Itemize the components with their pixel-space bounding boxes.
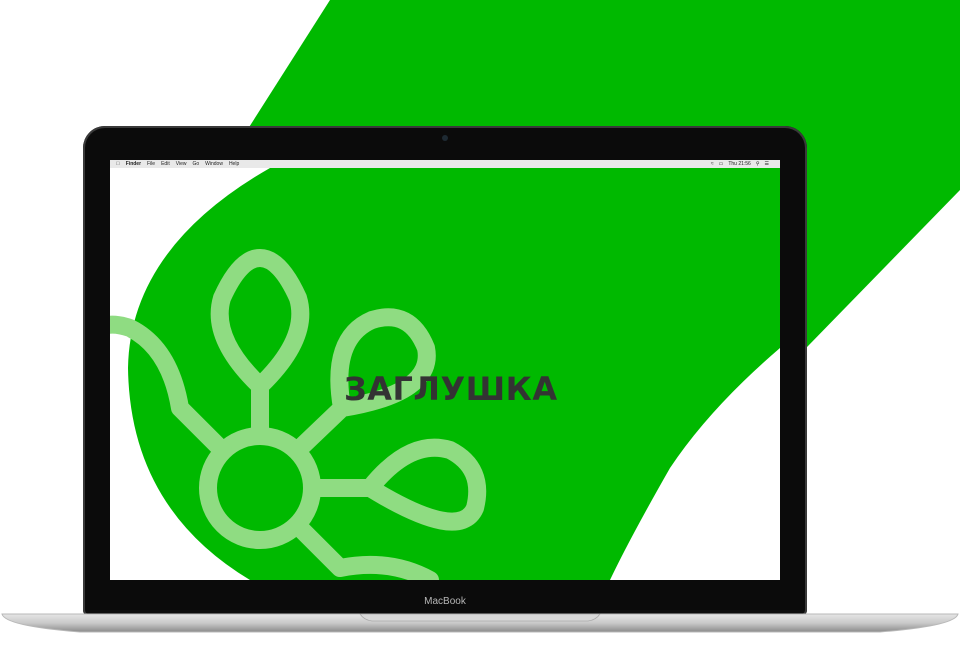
notification-center-icon[interactable]: ☰ <box>765 160 769 168</box>
camera <box>442 135 448 141</box>
laptop-base <box>1 613 959 633</box>
menu-window[interactable]: Window <box>205 160 223 168</box>
placeholder-title: ЗАГЛУШКА <box>344 370 558 408</box>
menu-bar:  Finder File Edit View Go Window Help ≈… <box>110 160 780 168</box>
laptop-lid:  Finder File Edit View Go Window Help ≈… <box>83 126 807 616</box>
menu-status-area: ≈ ▭ Thu 21:56 ⚲ ☰ <box>711 160 774 168</box>
apple-logo-icon[interactable]:  <box>116 160 120 168</box>
menu-go[interactable]: Go <box>192 160 199 168</box>
desktop-wallpaper: ЗАГЛУШКА <box>110 168 780 580</box>
battery-icon[interactable]: ▭ <box>719 160 724 168</box>
menu-view[interactable]: View <box>176 160 187 168</box>
menu-edit[interactable]: Edit <box>161 160 170 168</box>
wifi-icon[interactable]: ≈ <box>711 160 714 168</box>
menu-file[interactable]: File <box>147 160 155 168</box>
screen:  Finder File Edit View Go Window Help ≈… <box>110 160 780 580</box>
spotlight-search-icon[interactable]: ⚲ <box>756 160 760 168</box>
device-label: MacBook <box>424 596 466 607</box>
clock[interactable]: Thu 21:56 <box>728 160 751 168</box>
menu-help[interactable]: Help <box>229 160 239 168</box>
menu-app-name[interactable]: Finder <box>126 160 141 168</box>
